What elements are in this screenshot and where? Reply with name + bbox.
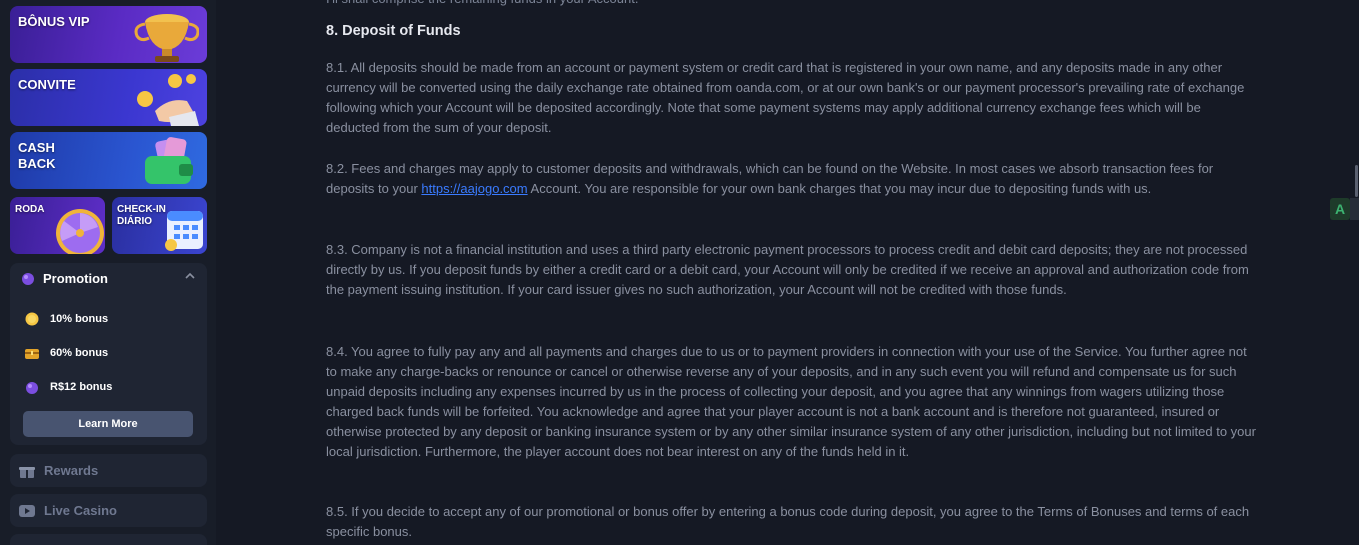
bonus-vip-banner[interactable]: BÔNUS VIP (10, 6, 207, 63)
sidebar-item-rewards[interactable]: Rewards (10, 454, 207, 487)
coins-hand-icon (137, 74, 199, 126)
roda-banner[interactable]: RODA (10, 197, 105, 254)
bonus-vip-label: BÔNUS VIP (18, 14, 90, 29)
learn-more-button[interactable]: Learn More (23, 411, 193, 437)
paragraph-8-3: 8.3. Company is not a financial institut… (326, 242, 1249, 298)
roda-label: RODA (15, 204, 45, 215)
checkin-label-line1: CHECK-IN (117, 204, 166, 215)
cashback-label: CASH BACK (18, 140, 56, 172)
convite-banner[interactable]: CONVITE (10, 69, 207, 126)
wallet-icon (145, 137, 193, 184)
cashback-label-line2: BACK (18, 156, 56, 171)
sidebar-item-label: Rewards (44, 463, 99, 478)
gem-bag-icon (22, 273, 34, 285)
treasure-chest-icon (25, 349, 39, 359)
play-icon (19, 504, 35, 517)
previous-text-line: I'll shall comprise the remaining funds … (326, 0, 638, 9)
chevron-up-icon[interactable] (185, 271, 195, 281)
wheel-icon (56, 209, 104, 254)
paragraph-8-1: 8.1. All deposits should be made from an… (326, 60, 1245, 136)
paragraph-8-4: 8.4. You agree to fully pay any and all … (326, 344, 1256, 460)
side-tab[interactable] (1350, 198, 1359, 220)
sidebar-item-next[interactable] (10, 534, 207, 545)
trophy-icon (134, 14, 199, 62)
paragraph-8-5: 8.5. If you decide to accept any of our … (326, 504, 1250, 540)
promotion-header[interactable]: Promotion (20, 269, 108, 287)
coin-icon (25, 312, 39, 326)
site-link[interactable]: https://aajogo.com (421, 181, 527, 196)
promo-item-10-bonus[interactable]: 10% bonus (24, 310, 108, 328)
gem-bag-icon (26, 382, 38, 394)
promotion-title: Promotion (43, 270, 108, 286)
section-heading: 8. Deposit of Funds (326, 23, 461, 39)
checkin-label: CHECK-IN DIÁRIO (117, 204, 166, 228)
promo-item-label: 10% bonus (50, 313, 109, 325)
scrollbar-thumb[interactable] (1355, 165, 1358, 197)
paragraph-8-2: 8.2. Fees and charges may apply to custo… (326, 159, 1256, 199)
sidebar-item-live-casino[interactable]: Live Casino (10, 494, 207, 527)
convite-label: CONVITE (18, 77, 76, 92)
promo-item-label: R$12 bonus (50, 381, 113, 393)
translate-badge[interactable]: A (1330, 198, 1350, 220)
checkin-label-line2: DIÁRIO (117, 216, 152, 227)
checkin-banner[interactable]: CHECK-IN DIÁRIO (112, 197, 207, 254)
promotion-panel: Promotion 10% bonus 60% bonus R$12 bonus… (10, 263, 207, 445)
cashback-banner[interactable]: CASH BACK (10, 132, 207, 189)
promo-item-label: 60% bonus (50, 347, 109, 359)
sidebar: BÔNUS VIP CONVITE CASH BACK RODA CHECK-I… (0, 0, 216, 545)
gift-icon (19, 466, 35, 478)
promo-item-r12-bonus[interactable]: R$12 bonus (24, 378, 112, 396)
calendar-icon (165, 211, 203, 251)
cashback-label-line1: CASH (18, 140, 55, 155)
paragraph-text: Account. You are responsible for your ow… (527, 181, 1152, 197)
sidebar-item-label: Live Casino (44, 503, 117, 518)
promo-item-60-bonus[interactable]: 60% bonus (24, 344, 108, 362)
